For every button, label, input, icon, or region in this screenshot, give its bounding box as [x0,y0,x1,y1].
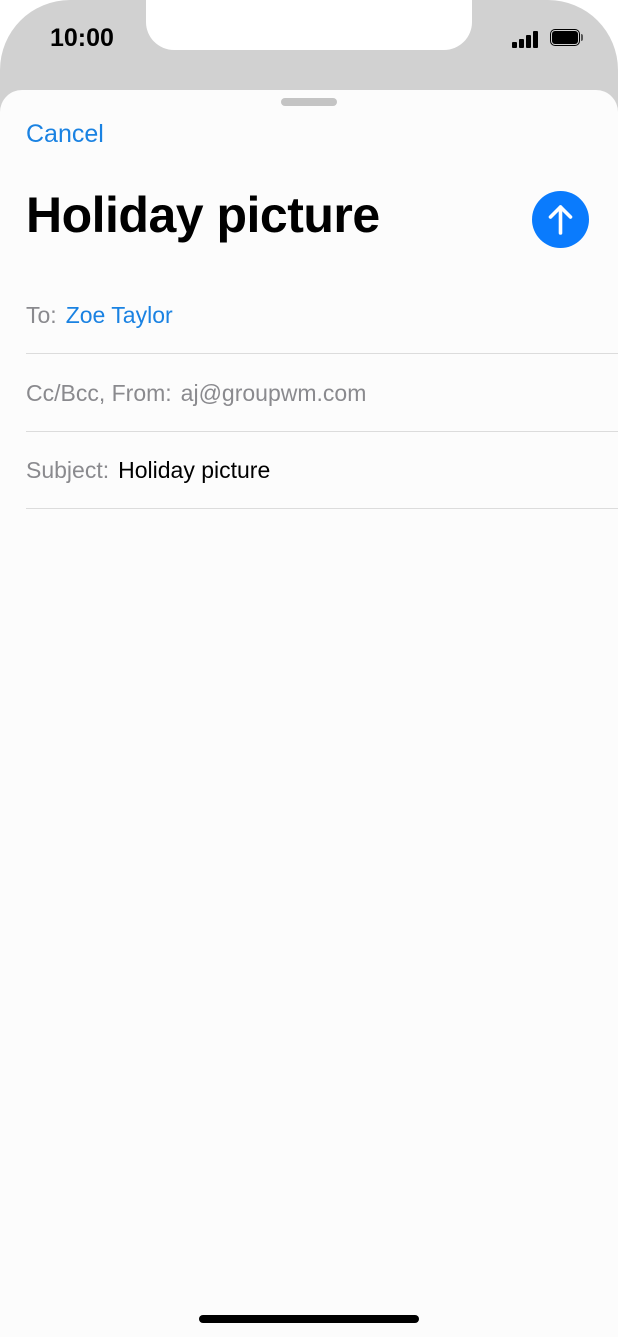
cellular-signal-icon [512,30,542,48]
to-field[interactable]: To: Zoe Taylor [26,277,618,354]
compose-sheet: Cancel Holiday picture To: Zoe Taylor Cc… [0,90,618,1337]
notch [146,0,472,50]
to-label: To: [26,301,57,328]
cc-bcc-from-field[interactable]: Cc/Bcc, From: aj@groupwm.com [26,355,618,432]
battery-icon [550,29,584,48]
subject-label: Subject: [26,456,110,483]
subject-field[interactable]: Subject: Holiday picture [26,432,618,509]
cc-bcc-from-label: Cc/Bcc, From: [26,379,172,406]
arrow-up-icon [548,205,573,235]
send-button[interactable] [532,191,589,248]
compose-title: Holiday picture [26,187,380,243]
cancel-button[interactable]: Cancel [26,120,104,149]
status-time: 10:00 [50,24,114,52]
subject-input[interactable]: Holiday picture [118,457,270,484]
phone-screen: 10:00 Cancel Holiday picture To: Zoe Tay… [0,0,618,1337]
recipient-token[interactable]: Zoe Taylor [66,302,173,329]
sheet-grabber[interactable] [281,98,337,106]
home-indicator[interactable] [199,1315,419,1323]
from-address[interactable]: aj@groupwm.com [181,380,367,407]
status-bar: 10:00 [0,0,618,90]
